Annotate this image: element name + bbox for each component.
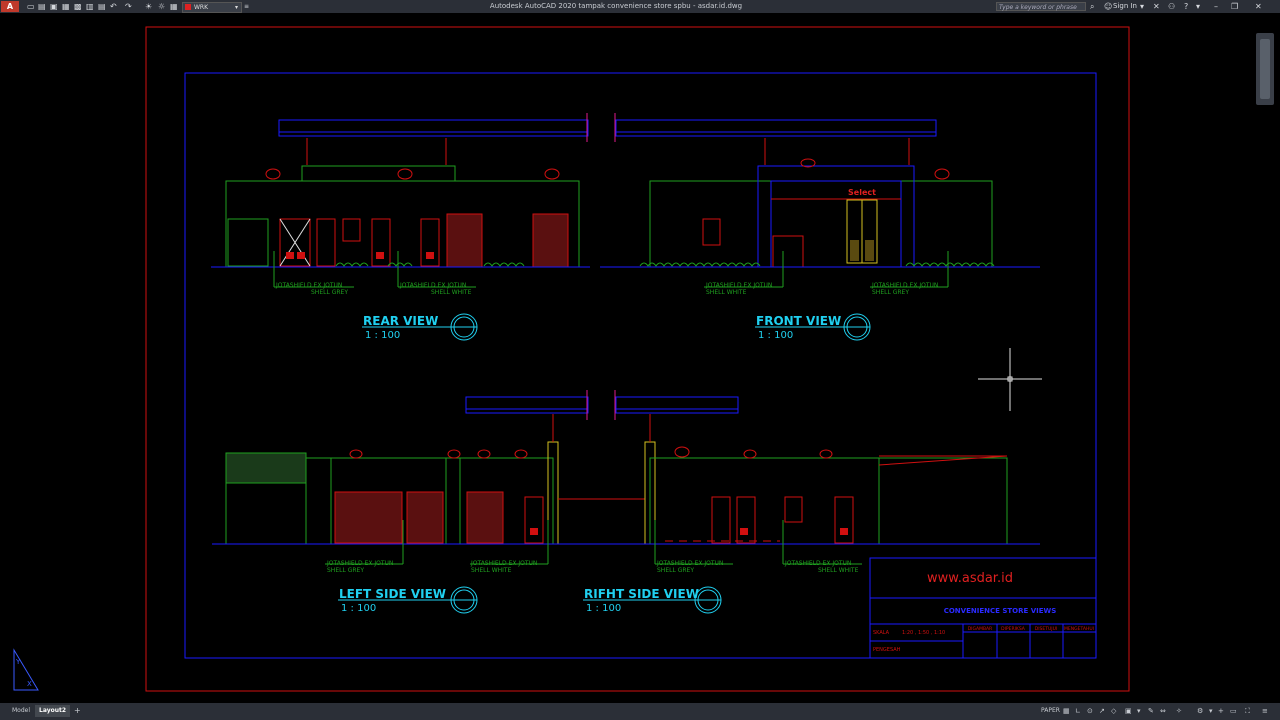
view-title-text: LEFT SIDE VIEW xyxy=(339,587,446,601)
exchange-icon[interactable]: ⚇ xyxy=(1168,0,1175,13)
view-title-front: FRONT VIEW 1 : 100 xyxy=(755,313,871,341)
cart-icon[interactable]: ✕ xyxy=(1153,0,1160,13)
title-block: www.asdar.id CONVENIENCE STORE VIEWS SKA… xyxy=(869,557,1097,659)
paper-space-toggle[interactable]: PAPER xyxy=(1041,705,1060,717)
view-scale-text: 1 : 100 xyxy=(758,330,793,341)
viewport-icon[interactable]: ▣ xyxy=(1125,705,1132,717)
callout-text: SHELL WHITE xyxy=(818,567,859,574)
add-layout-button[interactable]: + xyxy=(70,705,85,717)
crosshair-cursor-icon xyxy=(978,348,1042,411)
chevron-down-icon[interactable]: ▾ xyxy=(1140,0,1144,13)
front-view-elevation: Select xyxy=(600,113,1040,288)
help-icon[interactable]: ? xyxy=(1184,0,1188,13)
callout-text: SHELL WHITE xyxy=(706,289,747,296)
skala-value: 1:20 , 1:50 , 1:10 xyxy=(902,630,945,636)
isolate-icon[interactable]: ✧ xyxy=(1176,705,1182,717)
callout-text: JOTASHIELD EX JOTUN xyxy=(705,282,772,289)
col-header: MENGETAHUI xyxy=(1064,626,1094,632)
customize-icon[interactable]: ≡ xyxy=(1262,705,1268,717)
view-title-text: FRONT VIEW xyxy=(756,314,841,328)
callout-text: SHELL GREY xyxy=(657,567,694,574)
ucs-icon: Y X xyxy=(13,648,39,691)
restore-icon[interactable]: ❐ xyxy=(1231,0,1238,13)
plus-icon[interactable]: + xyxy=(1218,705,1224,717)
view-scale-text: 1 : 100 xyxy=(586,603,621,614)
grid-icon[interactable]: ▦ xyxy=(1063,705,1070,717)
tab-layout2[interactable]: Layout2 xyxy=(35,705,71,717)
osnap-icon[interactable]: ◇ xyxy=(1111,705,1116,717)
callout-text: JOTASHIELD EX JOTUN xyxy=(275,282,342,289)
annotation-icon[interactable]: ✎ xyxy=(1148,705,1154,717)
callout-text: SHELL GREY xyxy=(327,567,364,574)
col-header: DIGAMBAR xyxy=(968,626,993,632)
skala-label: SKALA xyxy=(873,630,890,636)
close-icon[interactable]: ✕ xyxy=(1255,0,1262,13)
snap-icon[interactable]: ∟ xyxy=(1075,705,1081,717)
col-header: DIPERIKSA xyxy=(1001,626,1026,632)
right-side-view-elevation xyxy=(600,390,1040,565)
status-bar: Model Layout2 + PAPER ▦ ∟ ⊙ ↗ ◇ ▣ ▾ ✎ ⇔ … xyxy=(0,703,1280,720)
drawing-canvas[interactable]: Select JOTASHIELD EX JOTUN SHELL GREY JO… xyxy=(0,13,1280,703)
pengesah-label: PENGESAH xyxy=(873,647,901,653)
tab-model[interactable]: Model xyxy=(8,705,34,717)
ortho-icon[interactable]: ⊙ xyxy=(1087,705,1093,717)
callout-text: JOTASHIELD EX JOTUN xyxy=(656,560,723,567)
website-text: www.asdar.id xyxy=(927,571,1013,586)
view-title-left-side: LEFT SIDE VIEW 1 : 100 xyxy=(338,586,478,614)
callout-text: SHELL WHITE xyxy=(431,289,472,296)
sheet-title-text: CONVENIENCE STORE VIEWS xyxy=(944,607,1057,615)
chevron-down-icon[interactable]: ▾ xyxy=(1209,705,1213,717)
callout-text: JOTASHIELD EX JOTUN xyxy=(784,560,851,567)
store-sign-text: Select xyxy=(848,188,876,197)
minimize-icon[interactable]: – xyxy=(1214,0,1218,13)
fullscreen-icon[interactable]: ⛶ xyxy=(1245,705,1250,717)
view-scale-text: 1 : 100 xyxy=(365,330,400,341)
ucs-y-label: Y xyxy=(15,658,21,666)
rear-view-elevation xyxy=(211,113,590,288)
drawing-svg[interactable]: Select JOTASHIELD EX JOTUN SHELL GREY JO… xyxy=(0,13,1280,703)
scale-icon[interactable]: ⇔ xyxy=(1160,705,1166,717)
user-icon[interactable]: ☺ xyxy=(1104,0,1112,13)
chevron-down-icon[interactable]: ▾ xyxy=(1196,0,1200,13)
callout-text: JOTASHIELD EX JOTUN xyxy=(871,282,938,289)
navigation-wheel-icon[interactable] xyxy=(1260,39,1270,99)
view-title-rear: REAR VIEW 1 : 100 xyxy=(362,313,478,341)
polar-icon[interactable]: ↗ xyxy=(1099,705,1105,717)
view-title-right-side: RIFHT SIDE VIEW 1 : 100 xyxy=(583,586,722,614)
callout-text: SHELL GREY xyxy=(311,289,348,296)
display-icon[interactable]: ▭ xyxy=(1230,705,1237,717)
sign-in-button[interactable]: Sign In xyxy=(1113,0,1137,13)
ucs-x-label: X xyxy=(27,680,32,688)
chevron-down-icon[interactable]: ▾ xyxy=(1137,705,1141,717)
view-title-text: RIFHT SIDE VIEW xyxy=(584,587,699,601)
navigation-bar[interactable] xyxy=(1256,33,1274,105)
search-icon[interactable]: ⌕ xyxy=(1090,0,1094,13)
view-title-text: REAR VIEW xyxy=(363,314,438,328)
callout-text: SHELL GREY xyxy=(872,289,909,296)
callout-text: SHELL WHITE xyxy=(471,567,512,574)
view-scale-text: 1 : 100 xyxy=(341,603,376,614)
gear-icon[interactable]: ⚙ xyxy=(1197,705,1203,717)
callout-text: JOTASHIELD EX JOTUN xyxy=(326,560,393,567)
title-bar: A ▭ ▤ ▣ ▦ ▩ ▥ ▤ ↶ ↷ ☀ ☼ ▦ WRK ▾ ≡ Autodes… xyxy=(0,0,1280,13)
left-side-view-elevation xyxy=(212,390,645,565)
callout-text: JOTASHIELD EX JOTUN xyxy=(470,560,537,567)
search-input[interactable]: Type a keyword or phrase xyxy=(996,2,1086,11)
col-header: DISETUJUI xyxy=(1035,626,1057,632)
callout-text: JOTASHIELD EX JOTUN xyxy=(399,282,466,289)
